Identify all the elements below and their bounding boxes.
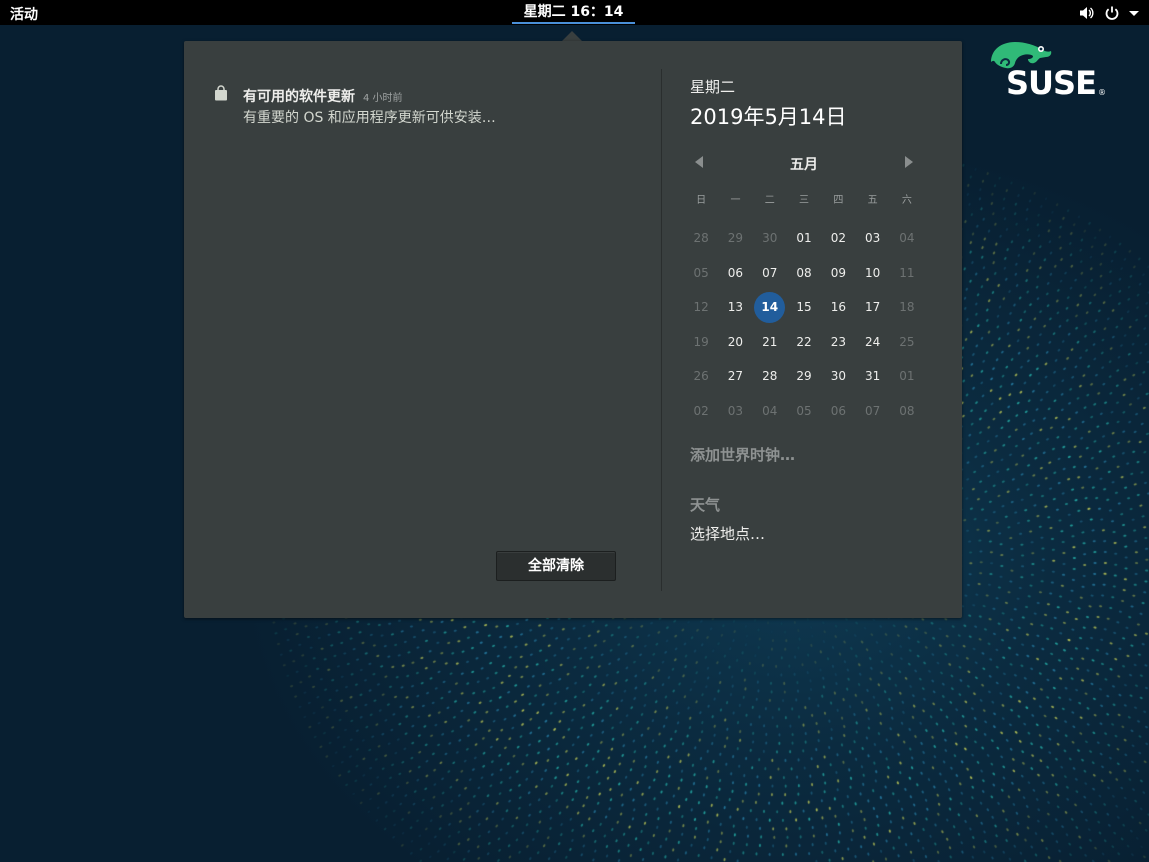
date-menu-popover: 有可用的软件更新 4 小时前 有重要的 OS 和应用程序更新可供安装… 全部清除 … (184, 41, 962, 618)
calendar-day[interactable]: 11 (890, 256, 924, 291)
calendar-day[interactable]: 02 (684, 394, 718, 429)
calendar-day[interactable]: 21 (753, 325, 787, 360)
calendar-month-label: 五月 (790, 157, 818, 173)
calendar-day[interactable]: 01 (787, 221, 821, 256)
calendar-day-today[interactable]: 14 (753, 290, 787, 325)
calendar-day[interactable]: 22 (787, 325, 821, 360)
calendar-day[interactable]: 12 (684, 290, 718, 325)
calendar-day[interactable]: 23 (821, 325, 855, 360)
calendar-day[interactable]: 01 (890, 359, 924, 394)
calendar-day[interactable]: 05 (684, 256, 718, 291)
activities-button[interactable]: 活动 (10, 4, 38, 24)
calendar-day[interactable]: 09 (821, 256, 855, 291)
clock-button[interactable]: 星期二 16：14 (512, 0, 635, 24)
current-date[interactable]: 2019年5月14日 (690, 101, 847, 131)
registered-mark: ® (1098, 88, 1106, 97)
calendar-day[interactable]: 26 (684, 359, 718, 394)
calendar-day[interactable]: 18 (890, 290, 924, 325)
clear-all-button[interactable]: 全部清除 (496, 551, 616, 581)
calendar-day[interactable]: 04 (753, 394, 787, 429)
notification-body: 有重要的 OS 和应用程序更新可供安装… (243, 110, 496, 126)
volume-icon (1079, 5, 1095, 21)
calendar-day[interactable]: 06 (821, 394, 855, 429)
weekday-header: 四 (833, 195, 844, 206)
calendar-day[interactable]: 08 (890, 394, 924, 429)
weekday-header: 二 (764, 195, 775, 206)
calendar-grid: 日一二三四五六 28 29 30 01 02 03 04 05 06 07 08 09 10 11 12 13… (684, 191, 924, 428)
dropdown-arrow-icon (1129, 9, 1139, 17)
calendar-day[interactable]: 07 (753, 256, 787, 291)
weekday-header: 三 (799, 195, 810, 206)
calendar-day[interactable]: 30 (821, 359, 855, 394)
calendar-day[interactable]: 28 (753, 359, 787, 394)
calendar-day[interactable]: 02 (821, 221, 855, 256)
calendar-day[interactable]: 16 (821, 290, 855, 325)
notification-item[interactable]: 有可用的软件更新 4 小时前 (243, 86, 403, 106)
weekday-header: 日 (696, 195, 707, 206)
calendar-days: 28 29 30 01 02 03 04 05 06 07 08 09 10 11 12 13 14 15 16 17… (684, 221, 924, 428)
divider (661, 69, 662, 591)
weekday-header-row: 日一二三四五六 (684, 191, 924, 211)
calendar-day[interactable]: 06 (718, 256, 752, 291)
weekday-header: 五 (867, 195, 878, 206)
calendar-day[interactable]: 03 (855, 221, 889, 256)
select-location-button[interactable]: 选择地点… (690, 523, 765, 544)
calendar-day[interactable]: 28 (684, 221, 718, 256)
current-weekday: 星期二 (690, 78, 736, 96)
software-bag-icon (214, 85, 228, 105)
system-menu[interactable] (1079, 2, 1139, 23)
top-bar: 活动 星期二 16：14 (0, 0, 1149, 25)
calendar-day[interactable]: 29 (787, 359, 821, 394)
calendar-day[interactable]: 30 (753, 221, 787, 256)
calendar-day[interactable]: 13 (718, 290, 752, 325)
calendar-day[interactable]: 10 (855, 256, 889, 291)
calendar-day[interactable]: 20 (718, 325, 752, 360)
calendar-day[interactable]: 25 (890, 325, 924, 360)
suse-wordmark: SUSE (1006, 64, 1097, 102)
notification-time: 4 小时前 (363, 93, 403, 104)
calendar-day[interactable]: 17 (855, 290, 889, 325)
weekday-header: 一 (730, 195, 741, 206)
notification-title: 有可用的软件更新 (243, 89, 355, 105)
calendar-day[interactable]: 27 (718, 359, 752, 394)
power-icon (1104, 5, 1120, 21)
calendar-day[interactable]: 15 (787, 290, 821, 325)
calendar-day[interactable]: 05 (787, 394, 821, 429)
calendar-day[interactable]: 07 (855, 394, 889, 429)
weekday-header: 六 (901, 195, 912, 206)
calendar-day[interactable]: 08 (787, 256, 821, 291)
weather-title: 天气 (690, 496, 721, 514)
calendar-day[interactable]: 31 (855, 359, 889, 394)
add-world-clocks-button[interactable]: 添加世界时钟… (690, 444, 795, 465)
calendar-day[interactable]: 03 (718, 394, 752, 429)
calendar-day[interactable]: 29 (718, 221, 752, 256)
next-month-icon[interactable] (905, 156, 913, 168)
calendar-day[interactable]: 04 (890, 221, 924, 256)
calendar-day[interactable]: 24 (855, 325, 889, 360)
calendar-day[interactable]: 19 (684, 325, 718, 360)
previous-month-icon[interactable] (695, 156, 703, 168)
